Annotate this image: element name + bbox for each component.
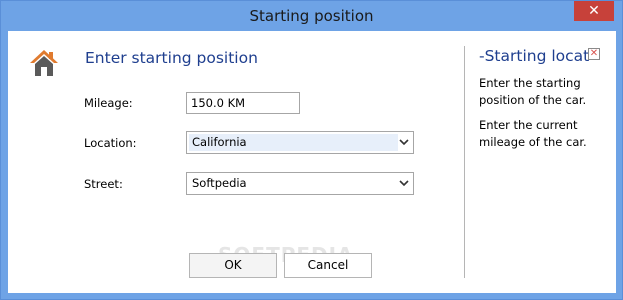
window-title: Starting position: [249, 7, 374, 25]
ok-button[interactable]: OK: [189, 253, 277, 278]
street-label: Street:: [84, 177, 123, 191]
location-label: Location:: [84, 136, 137, 150]
dialog-content: Enter starting position Mileage: 150.0 K…: [8, 31, 616, 293]
panel-divider: [464, 46, 465, 278]
chevron-down-icon: [399, 180, 409, 187]
side-panel-text-start: Enter the starting position of the car.: [479, 76, 587, 107]
street-select[interactable]: Softpedia: [186, 172, 414, 195]
side-panel-title: -Starting location: [479, 47, 589, 65]
side-panel-close-icon[interactable]: ✕: [588, 48, 600, 60]
mileage-label: Mileage:: [84, 96, 133, 110]
location-value: California: [189, 134, 398, 151]
location-select[interactable]: California: [186, 131, 414, 154]
title-bar[interactable]: Starting position ✕: [1, 1, 622, 31]
street-value: Softpedia: [192, 176, 247, 190]
page-heading: Enter starting position: [85, 49, 258, 67]
window-close-button[interactable]: ✕: [574, 1, 614, 21]
mileage-input[interactable]: 150.0 KM: [186, 92, 300, 114]
cancel-button[interactable]: Cancel: [284, 253, 372, 278]
dialog-window: Starting position ✕ Enter starting posit…: [0, 0, 623, 300]
home-icon: [30, 50, 58, 76]
chevron-down-icon: [399, 139, 409, 146]
side-panel-text-mileage: Enter the current mileage of the car.: [479, 118, 587, 149]
